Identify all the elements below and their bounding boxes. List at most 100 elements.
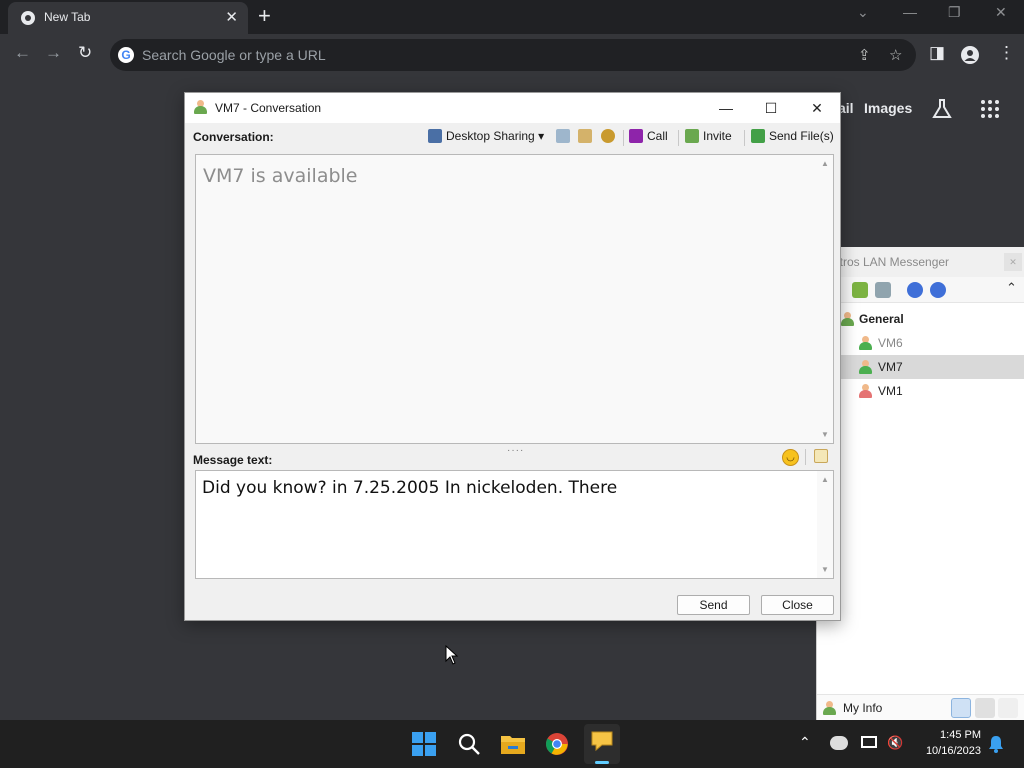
send-files-button[interactable]: Send File(s) xyxy=(751,129,834,143)
transfers-button[interactable] xyxy=(578,129,596,143)
clock-date[interactable]: 10/16/2023 xyxy=(915,745,981,757)
lan-footer: My Info xyxy=(817,694,1024,720)
reload-icon[interactable]: ↻ xyxy=(78,43,92,63)
profile-icon[interactable] xyxy=(961,46,979,64)
invite-button[interactable]: Invite xyxy=(685,129,732,143)
chevron-up-icon[interactable]: ⌃ xyxy=(1006,280,1017,296)
tree-user-vm1[interactable]: VM1 xyxy=(817,379,1024,403)
help-icon[interactable] xyxy=(907,282,923,298)
search-icon[interactable] xyxy=(457,732,481,756)
conversation-history[interactable]: VM7 is available ▲ ▼ xyxy=(195,154,834,444)
message-scrollbar[interactable]: ▲ ▼ xyxy=(817,471,833,578)
toolbar-separator xyxy=(744,130,745,146)
close-icon[interactable]: ✕ xyxy=(805,97,829,119)
forward-arrow-icon[interactable]: → xyxy=(45,43,62,63)
scroll-up-icon[interactable]: ▲ xyxy=(821,475,829,484)
tray-chevron-up-icon[interactable]: ⌃ xyxy=(799,734,811,751)
close-window-icon[interactable]: ✕ xyxy=(995,4,1007,21)
status-offline-icon[interactable] xyxy=(998,698,1018,718)
message-text-label: Message text: xyxy=(193,453,273,467)
tree-user-vm6[interactable]: VM6 xyxy=(817,331,1024,355)
display-icon[interactable] xyxy=(861,736,877,748)
maximize-icon[interactable]: ☐ xyxy=(759,97,783,119)
message-input[interactable] xyxy=(196,471,818,578)
scroll-down-icon[interactable]: ▼ xyxy=(821,430,829,439)
user-label: VM7 xyxy=(878,360,903,374)
new-tab-button[interactable]: + xyxy=(258,4,271,28)
history-icon xyxy=(556,129,570,143)
about-icon[interactable] xyxy=(930,282,946,298)
availability-status: VM7 is available xyxy=(203,165,358,187)
away-user-icon xyxy=(859,384,872,399)
desktop-sharing-button[interactable]: Desktop Sharing ▾ xyxy=(428,129,544,143)
notification-bell-icon[interactable] xyxy=(988,735,1004,753)
conversation-label: Conversation: xyxy=(193,130,274,144)
browser-tabstrip: New Tab ✕ + ⌄ — ❐ ✕ xyxy=(0,0,1024,34)
lan-messenger-window: ltros LAN Messenger ✕ ⌃ General VM6 VM7 … xyxy=(816,247,1024,720)
invite-users-icon xyxy=(685,129,699,143)
file-explorer-icon[interactable] xyxy=(500,733,526,755)
address-bar[interactable]: G ⇪ ☆ xyxy=(110,39,916,71)
tree-group-general[interactable]: General xyxy=(817,307,1024,331)
tab-new-tab[interactable]: New Tab ✕ xyxy=(8,2,248,34)
google-icon: G xyxy=(118,47,134,63)
tab-close-icon[interactable]: ✕ xyxy=(225,8,238,26)
scroll-down-icon[interactable]: ▼ xyxy=(821,565,829,574)
conversation-title: VM7 - Conversation xyxy=(215,101,322,115)
scroll-up-icon[interactable]: ▲ xyxy=(821,159,829,168)
restore-icon[interactable]: ❐ xyxy=(948,4,961,21)
gear-icon xyxy=(601,129,615,143)
tab-search-icon[interactable]: ⌄ xyxy=(857,4,869,21)
side-panel-icon[interactable]: ◨ xyxy=(929,43,945,63)
omnibox-input[interactable] xyxy=(142,45,832,65)
font-edit-icon xyxy=(814,449,828,463)
images-link[interactable]: Images xyxy=(864,100,912,116)
font-button[interactable] xyxy=(814,449,832,463)
minimize-icon[interactable]: — xyxy=(714,97,738,119)
settings-button[interactable] xyxy=(601,129,619,143)
status-online-icon[interactable] xyxy=(951,698,971,718)
taskbar: ⌃ 🔇 1:45 PM 10/16/2023 xyxy=(0,720,1024,768)
onedrive-icon[interactable] xyxy=(830,736,848,750)
history-button[interactable] xyxy=(556,129,574,143)
tree-user-vm7[interactable]: VM7 xyxy=(817,355,1024,379)
back-arrow-icon[interactable]: ← xyxy=(14,43,31,63)
windows-start-icon[interactable] xyxy=(412,732,436,756)
chrome-taskbar-icon[interactable] xyxy=(545,732,569,756)
bookmark-star-icon[interactable]: ☆ xyxy=(889,46,902,64)
chrome-menu-icon[interactable]: ⋮ xyxy=(998,43,1015,63)
splitter-handle[interactable]: ···· xyxy=(507,445,524,456)
toolbar-separator xyxy=(623,130,624,146)
dropdown-arrow-icon: ▾ xyxy=(538,129,545,143)
user-icon xyxy=(194,100,207,115)
active-indicator xyxy=(595,761,609,764)
send-file-icon xyxy=(751,129,765,143)
emoticon-icon[interactable]: ◡ xyxy=(782,449,799,466)
mouse-cursor-icon xyxy=(445,645,459,665)
minimize-icon[interactable]: — xyxy=(903,4,917,20)
lan-close-icon[interactable]: ✕ xyxy=(1004,253,1022,271)
history-icon[interactable] xyxy=(875,282,891,298)
browser-toolbar: ← → ↻ G ⇪ ☆ ◨ ⋮ xyxy=(0,34,1024,76)
labs-flask-icon[interactable] xyxy=(931,98,953,120)
clock-time[interactable]: 1:45 PM xyxy=(915,729,981,741)
invite-label: Invite xyxy=(703,129,732,143)
apps-grid-icon[interactable] xyxy=(980,99,1000,119)
online-user-icon xyxy=(859,360,872,375)
lan-messenger-title: ltros LAN Messenger xyxy=(837,255,950,269)
close-button[interactable]: Close xyxy=(761,595,834,615)
status-busy-icon[interactable] xyxy=(975,698,995,718)
volume-muted-icon[interactable]: 🔇 xyxy=(887,735,903,751)
share-icon[interactable]: ⇪ xyxy=(858,46,871,64)
lan-messenger-taskbar-button[interactable] xyxy=(584,724,620,764)
send-button[interactable]: Send xyxy=(677,595,750,615)
my-info-icon xyxy=(823,701,836,716)
desktop-sharing-label: Desktop Sharing xyxy=(446,129,535,143)
video-camera-icon xyxy=(629,129,643,143)
conversation-toolbar: Conversation: Desktop Sharing ▾ Call Inv… xyxy=(185,126,840,148)
my-info-link[interactable]: My Info xyxy=(843,701,882,715)
folder-icon[interactable] xyxy=(852,282,868,298)
lan-messenger-titlebar: ltros LAN Messenger ✕ xyxy=(817,247,1024,277)
call-button[interactable]: Call xyxy=(629,129,668,143)
history-scrollbar[interactable]: ▲ ▼ xyxy=(817,155,833,443)
